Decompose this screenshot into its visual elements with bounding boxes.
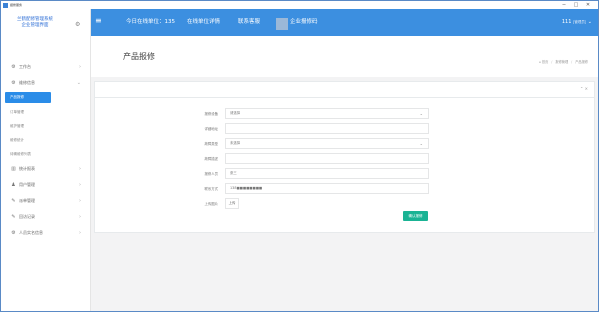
page-title: 产品报修 [123, 52, 155, 61]
submit-repair-button[interactable]: 确认报修 [403, 211, 428, 221]
chevron-right-icon: › [79, 198, 81, 204]
breadcrumb-home[interactable]: 首页 [542, 60, 548, 64]
app-icon [3, 2, 8, 8]
chevron-right-icon: › [79, 182, 81, 188]
user-icon: ♟ [11, 182, 16, 188]
chevron-right-icon: › [79, 230, 81, 236]
sidebar-item-label: 人员实名信息 [19, 230, 43, 235]
collapse-icon[interactable]: ⌃ [580, 86, 583, 91]
sidebar-item-dispatch[interactable]: ✎ 派单管理 › [1, 193, 90, 209]
online-count: 今日在线单位：135 [126, 19, 175, 25]
logo-area: 兰鹤配修管理系统 企业管理界面 ⚙ [1, 9, 90, 36]
chevron-right-icon: › [79, 64, 81, 70]
chevron-down-icon: ⌄ [419, 140, 423, 146]
system-logo: 兰鹤配修管理系统 企业管理界面 [11, 17, 59, 29]
minimize-button[interactable]: ─ [559, 1, 569, 9]
sidebar-item-label: 统计报表 [19, 166, 35, 171]
chart-icon: ▥ [11, 166, 16, 172]
address-input[interactable] [225, 122, 429, 134]
home-icon: ⌂ [538, 60, 541, 64]
select-value: 请选择 [230, 110, 241, 115]
reporter-input[interactable]: 张三 [225, 167, 429, 179]
window-title: 报修服务 [10, 2, 23, 7]
sidebar-subitem-maintenance[interactable]: 维护管理 [1, 119, 90, 133]
breadcrumb: ⌂ 首页 / 报修管理 / 产品报修 [538, 60, 588, 64]
card-header: ⌃ × [95, 82, 594, 98]
close-button[interactable]: ✕ [583, 1, 593, 9]
device-select[interactable]: 请选择 ⌄ [225, 107, 429, 119]
edit-icon: ✎ [11, 198, 16, 204]
form-row-reporter: 报修人员 张三 [161, 167, 429, 179]
chevron-right-icon: › [79, 214, 81, 220]
chevron-down-icon: ⌄ [587, 19, 592, 25]
company-repair-code-link[interactable]: 企业报修码 [290, 19, 318, 26]
sidebar-item-label: 用户管理 [19, 182, 35, 187]
menu-icon[interactable]: ≡ [95, 17, 102, 25]
cogs-icon: ⚙ [11, 230, 16, 236]
sidebar-item-realname[interactable]: ⚙ 人员实名信息 › [1, 225, 90, 241]
contact-service-link[interactable]: 联系客服 [238, 19, 260, 26]
app-window: 报修服务 ─ □ ✕ 兰鹤配修管理系统 企业管理界面 ⚙ ⚙ 工作台 › ⚙ 维… [0, 0, 599, 312]
sidebar-item-label: 维修信息 [19, 80, 35, 85]
card-tools[interactable]: ⌃ × [580, 86, 588, 91]
form-row-contact: 联系方式 138■■■■■■■■ [161, 182, 429, 194]
chevron-down-icon: ⌄ [419, 110, 423, 116]
sidebar: 兰鹤配修管理系统 企业管理界面 ⚙ ⚙ 工作台 › ⚙ 维修信息 ⌄ 产品报修 … [1, 9, 91, 311]
sidebar-item-followup[interactable]: ✎ 回访记录 › [1, 209, 90, 225]
field-label: 上传图片 [204, 201, 218, 206]
window-titlebar: 报修服务 ─ □ ✕ [1, 1, 598, 9]
sidebar-subitem-product-repair[interactable]: 产品报修 [5, 92, 51, 103]
sidebar-item-repair-info[interactable]: ⚙ 维修信息 ⌄ [1, 75, 90, 91]
qr-code-icon [276, 18, 288, 30]
sidebar-item-label: 工作台 [19, 64, 31, 69]
logo-subtitle: 企业管理界面 [21, 23, 49, 28]
fault-type-select[interactable]: 未选择 ⌄ [225, 137, 429, 149]
maximize-button[interactable]: □ [571, 1, 581, 9]
sidebar-subitem-pending[interactable]: 待确维修列表 [1, 147, 90, 161]
sidebar-item-reports[interactable]: ▥ 统计报表 › [1, 161, 90, 177]
form-row-fault-type: 故障类型 未选择 ⌄ [161, 137, 429, 149]
user-role: [管理员] [572, 20, 587, 24]
breadcrumb-section[interactable]: 报修管理 [555, 60, 568, 64]
fault-description-input[interactable] [225, 152, 429, 164]
chevron-down-icon: ⌄ [76, 80, 81, 86]
user-menu[interactable]: 111 [管理员] ⌄ [562, 19, 592, 26]
breadcrumb-current: 产品报修 [575, 60, 588, 64]
repair-form-card: ⌃ × 报修设备 请选择 ⌄ 详细地址 故障类型 未选择 ⌄ 故障描述 报修人员… [94, 81, 595, 233]
sidebar-subitem-orders[interactable]: 订单管理 [1, 105, 90, 119]
field-label: 故障类型 [204, 141, 218, 146]
field-label: 详细地址 [204, 126, 218, 131]
cogs-icon: ⚙ [11, 80, 16, 86]
edit-icon: ✎ [11, 214, 16, 220]
top-header: ≡ 今日在线单位：135 在线单位详情 联系客服 企业报修码 111 [管理员]… [91, 9, 598, 36]
gear-icon[interactable]: ⚙ [75, 22, 80, 28]
online-details-link[interactable]: 在线单位详情 [187, 19, 220, 26]
sidebar-item-workbench[interactable]: ⚙ 工作台 › [1, 59, 90, 75]
chevron-right-icon: › [79, 166, 81, 172]
field-label: 报修人员 [204, 171, 218, 176]
user-name: 111 [561, 19, 572, 25]
field-label: 故障描述 [204, 156, 218, 161]
main-content: 产品报修 ⌂ 首页 / 报修管理 / 产品报修 ⌃ × 报修设备 请选择 ⌄ 详… [91, 36, 598, 311]
sidebar-item-label: 派单管理 [19, 198, 35, 203]
sidebar-subitem-statistics[interactable]: 维修统计 [1, 133, 90, 147]
form-row-upload: 上传图片 上传 [161, 197, 239, 209]
contact-input[interactable]: 138■■■■■■■■ [225, 182, 429, 194]
sidebar-item-users[interactable]: ♟ 用户管理 › [1, 177, 90, 193]
sidebar-item-label: 回访记录 [19, 214, 35, 219]
cogs-icon: ⚙ [11, 64, 16, 70]
upload-button[interactable]: 上传 [225, 197, 239, 209]
form-row-fault-desc: 故障描述 [161, 152, 429, 164]
form-row-address: 详细地址 [161, 122, 429, 134]
page-header: 产品报修 ⌂ 首页 / 报修管理 / 产品报修 [91, 36, 598, 77]
field-label: 联系方式 [204, 186, 218, 191]
close-icon[interactable]: × [585, 86, 588, 91]
form-row-device: 报修设备 请选择 ⌄ [161, 107, 429, 119]
field-label: 报修设备 [204, 111, 218, 116]
select-value: 未选择 [230, 140, 241, 145]
